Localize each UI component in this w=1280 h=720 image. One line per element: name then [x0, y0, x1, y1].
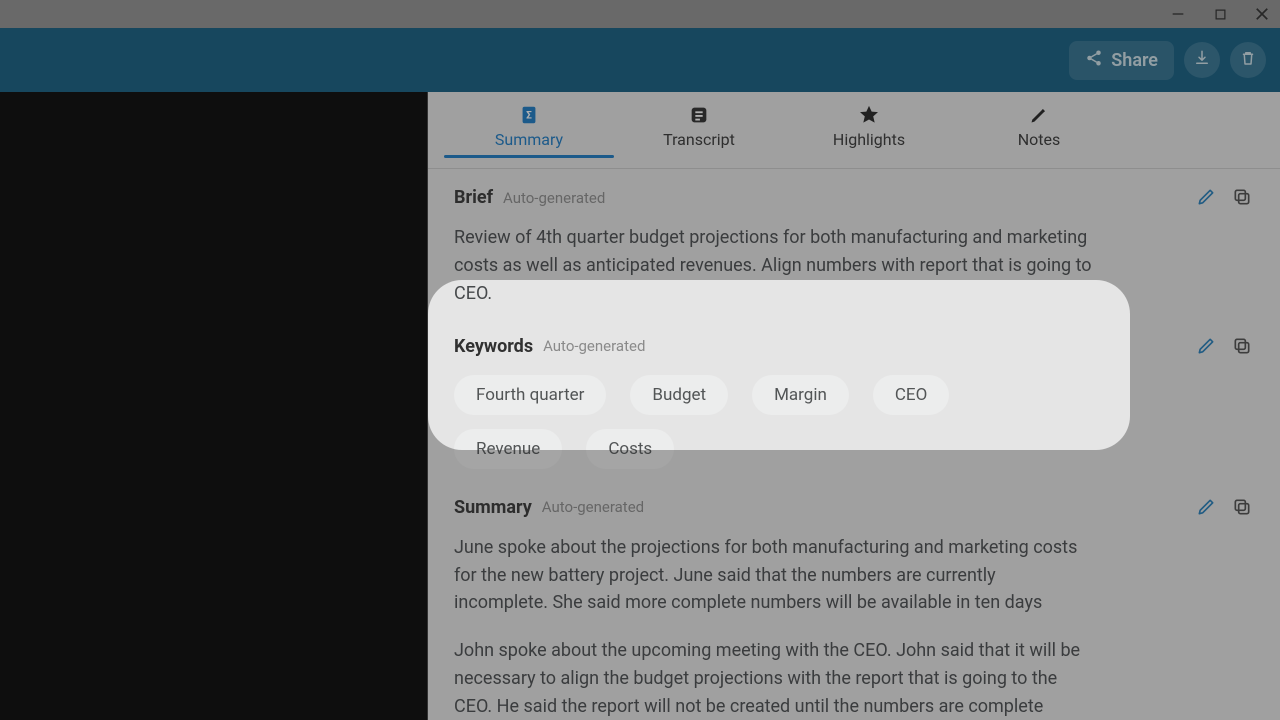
- summary-subtitle: Auto-generated: [542, 498, 644, 516]
- tab-label: Summary: [444, 130, 614, 149]
- copy-brief-button[interactable]: [1232, 187, 1254, 209]
- content-pane: Σ Summary Transcript Highlights: [428, 92, 1280, 720]
- brief-text: Review of 4th quarter budget projections…: [454, 224, 1094, 308]
- sections: Brief Auto-generated Review of 4th quart…: [428, 169, 1280, 720]
- app-shell: Share Σ Summary: [0, 0, 1280, 720]
- app-header: Share: [0, 28, 1280, 92]
- tab-label: Notes: [954, 130, 1124, 149]
- keywords-subtitle: Auto-generated: [543, 337, 645, 355]
- tab-label: Highlights: [784, 130, 954, 149]
- edit-keywords-button[interactable]: [1196, 336, 1218, 358]
- keyword-chip[interactable]: CEO: [873, 375, 949, 415]
- summary-text: June spoke about the projections for bot…: [454, 534, 1094, 720]
- keyword-chip[interactable]: Budget: [630, 375, 728, 415]
- body-row: Σ Summary Transcript Highlights: [0, 92, 1280, 720]
- minimize-button[interactable]: [1168, 4, 1188, 24]
- keyword-chip[interactable]: Margin: [752, 375, 849, 415]
- maximize-button[interactable]: [1210, 4, 1230, 24]
- window-titlebar: [0, 0, 1280, 28]
- pencil-icon: [954, 102, 1124, 128]
- tab-notes[interactable]: Notes: [954, 92, 1124, 168]
- tab-label: Transcript: [614, 130, 784, 149]
- share-button[interactable]: Share: [1069, 41, 1174, 80]
- section-summary: Summary Auto-generated June spoke about …: [428, 479, 1280, 720]
- delete-button[interactable]: [1230, 42, 1266, 78]
- brief-title: Brief: [454, 187, 493, 208]
- share-icon: [1085, 49, 1103, 72]
- star-icon: [784, 102, 954, 128]
- download-icon: [1193, 49, 1211, 71]
- share-label: Share: [1111, 50, 1158, 71]
- trash-icon: [1239, 49, 1257, 71]
- edit-brief-button[interactable]: [1196, 187, 1218, 209]
- copy-keywords-button[interactable]: [1232, 336, 1254, 358]
- download-button[interactable]: [1184, 42, 1220, 78]
- keyword-chip[interactable]: Revenue: [454, 429, 562, 469]
- section-brief: Brief Auto-generated Review of 4th quart…: [428, 169, 1280, 318]
- keywords-title: Keywords: [454, 336, 533, 357]
- keyword-chips: Fourth quarter Budget Margin CEO Revenue…: [454, 375, 1014, 469]
- summary-para-2: John spoke about the upcoming meeting wi…: [454, 637, 1094, 720]
- brief-subtitle: Auto-generated: [503, 189, 605, 207]
- keyword-chip[interactable]: Costs: [586, 429, 674, 469]
- copy-summary-button[interactable]: [1232, 497, 1254, 519]
- video-pane[interactable]: [0, 92, 428, 720]
- close-button[interactable]: [1252, 4, 1272, 24]
- summary-para-1: June spoke about the projections for bot…: [454, 534, 1094, 618]
- summary-icon: Σ: [444, 102, 614, 128]
- summary-title: Summary: [454, 497, 532, 518]
- section-keywords: Keywords Auto-generated Fourth quarter: [428, 318, 1280, 479]
- content-tabs: Σ Summary Transcript Highlights: [428, 92, 1280, 169]
- keyword-chip[interactable]: Fourth quarter: [454, 375, 606, 415]
- svg-text:Σ: Σ: [526, 111, 532, 122]
- tab-summary[interactable]: Σ Summary: [444, 92, 614, 168]
- transcript-icon: [614, 102, 784, 128]
- edit-summary-button[interactable]: [1196, 497, 1218, 519]
- tab-transcript[interactable]: Transcript: [614, 92, 784, 168]
- tab-highlights[interactable]: Highlights: [784, 92, 954, 168]
